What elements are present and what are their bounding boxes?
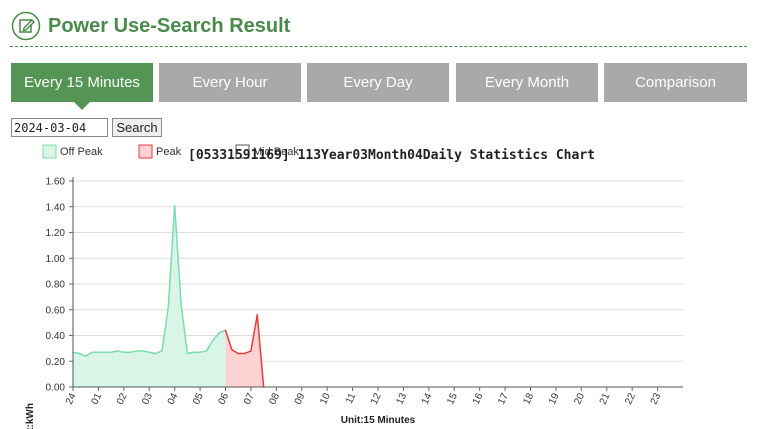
- data-point: [148, 351, 151, 354]
- x-tick-label: 17: [496, 391, 511, 406]
- data-point: [135, 350, 138, 352]
- y-axis-label: Unit:kWh: [25, 403, 36, 429]
- x-tick-label: 24: [64, 391, 79, 406]
- y-tick-label: 1.40: [46, 202, 66, 213]
- data-point: [116, 350, 119, 352]
- x-tick-label: 13: [394, 391, 409, 406]
- data-point: [224, 329, 227, 332]
- x-tick-label: 23: [649, 391, 664, 406]
- data-point: [205, 350, 208, 352]
- tab-label: Comparison: [635, 74, 716, 91]
- y-tick-label: 0.00: [46, 383, 66, 394]
- data-point: [256, 314, 259, 316]
- y-tick-label: 0.40: [46, 331, 66, 342]
- x-tick-label: 16: [471, 391, 486, 406]
- date-input[interactable]: [11, 118, 108, 137]
- y-tick-label: 0.60: [46, 305, 66, 316]
- tab-every-month[interactable]: Every Month: [456, 63, 598, 102]
- data-point: [250, 350, 252, 352]
- legend-label-peak: Peak: [156, 146, 182, 158]
- page-header: Power Use-Search Result: [10, 8, 747, 47]
- y-tick-label: 0.80: [46, 280, 66, 291]
- x-tick-label: 04: [166, 391, 181, 406]
- x-tick-label: 12: [369, 391, 384, 406]
- data-point: [237, 352, 240, 355]
- data-point: [243, 352, 246, 355]
- tab-comparison[interactable]: Comparison: [604, 63, 747, 102]
- x-tick-label: 22: [623, 391, 638, 406]
- data-point: [142, 350, 144, 352]
- data-point: [186, 352, 189, 355]
- data-point: [84, 355, 87, 357]
- data-point: [91, 351, 93, 354]
- data-point: [211, 339, 214, 342]
- series-line-off-peak: [72, 204, 226, 357]
- y-tick-label: 1.60: [46, 177, 66, 188]
- x-tick-label: 05: [191, 391, 206, 406]
- x-tick-label: 20: [572, 391, 587, 406]
- x-tick-label: 18: [522, 391, 537, 406]
- data-point: [161, 350, 163, 352]
- x-tick-label: 07: [242, 391, 257, 406]
- x-tick-label: 01: [89, 391, 104, 406]
- period-tabs: Every 15 Minutes Every Hour Every Day Ev…: [11, 63, 748, 110]
- tab-every-day[interactable]: Every Day: [307, 63, 449, 102]
- edit-icon: [11, 11, 41, 41]
- data-point: [123, 351, 125, 354]
- x-tick-label: 14: [420, 391, 435, 406]
- tab-label: Every Month: [484, 74, 570, 91]
- data-point: [218, 332, 220, 334]
- x-tick-label: 11: [344, 391, 359, 405]
- data-point: [78, 352, 81, 355]
- data-point: [192, 351, 195, 354]
- data-point: [199, 351, 201, 354]
- x-tick-label: 06: [217, 391, 232, 406]
- chart-title: [05331591169] 113Year03Month04Daily Stat…: [188, 148, 595, 163]
- tab-label: Every Day: [343, 74, 413, 91]
- x-tick-label: 03: [140, 391, 155, 406]
- data-point: [167, 306, 170, 308]
- x-tick-label: 09: [293, 391, 308, 406]
- x-tick-label: 15: [445, 391, 460, 406]
- x-tick-label: 10: [318, 391, 333, 406]
- tab-label: Every Hour: [192, 74, 268, 91]
- x-tick-label: 08: [267, 391, 282, 406]
- x-tick-label: 19: [547, 391, 562, 406]
- tab-every-15-minutes[interactable]: Every 15 Minutes: [11, 63, 153, 110]
- active-tab-caret: [74, 102, 90, 110]
- legend-label-off-peak: Off Peak: [60, 146, 103, 158]
- data-point: [173, 204, 176, 207]
- data-point: [103, 351, 106, 354]
- y-tick-label: 1.20: [46, 228, 66, 239]
- y-tick-label: 0.20: [46, 357, 66, 368]
- x-tick-label: 02: [115, 391, 130, 406]
- x-axis-label: Unit:15 Minutes: [341, 415, 416, 426]
- data-point: [129, 351, 131, 354]
- data-point: [231, 348, 233, 351]
- page-title: Power Use-Search Result: [48, 15, 291, 37]
- data-point: [110, 351, 112, 354]
- search-button[interactable]: Search: [112, 118, 162, 137]
- data-point: [154, 352, 157, 355]
- power-usage-chart: 0.00 0.20 0.40 0.60 0.80 1.00 1.20 1.40 1.60 24 01…: [25, 144, 683, 429]
- legend-swatch-peak: [138, 144, 153, 159]
- tab-label: Every 15 Minutes: [24, 74, 140, 91]
- y-tick-label: 1.00: [46, 254, 66, 265]
- legend-swatch-off-peak: [42, 144, 57, 159]
- data-point: [180, 302, 182, 305]
- data-point: [97, 351, 100, 354]
- x-tick-label: 21: [598, 391, 613, 406]
- tab-every-hour[interactable]: Every Hour: [159, 63, 301, 102]
